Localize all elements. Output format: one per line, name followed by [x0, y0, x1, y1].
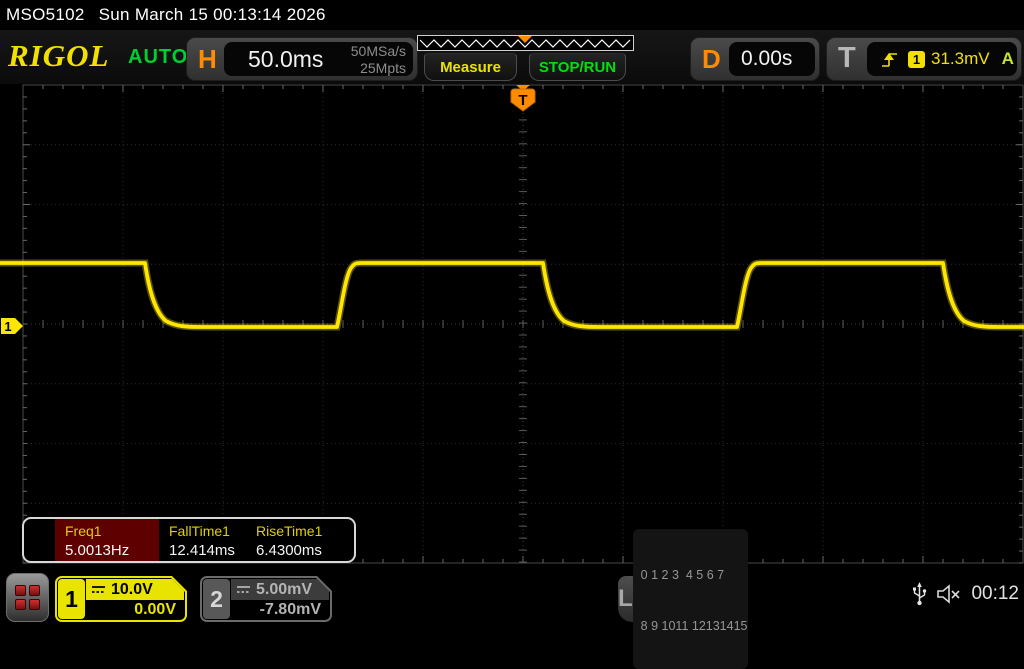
svg-text:T: T [518, 92, 527, 109]
channel2-scale: 5.00mV [256, 581, 312, 599]
top-info-bar: MSO5102 Sun March 15 00:13:14 2026 [0, 0, 1024, 30]
logic-channel-list: 0 1 2 3 4 5 6 7 8 9 1011 12131415 [633, 529, 748, 669]
measurement-spacer [24, 519, 55, 561]
acquisition-mode-indicator: AUTO [128, 46, 188, 69]
stop-run-button[interactable]: STOP/RUN [529, 53, 626, 81]
windows-icon [15, 585, 40, 610]
memory-depth: 25Mpts [351, 60, 406, 77]
bottom-bar: 1 10.0V 0.00V 2 [0, 568, 1024, 630]
trigger-position-marker[interactable]: T [511, 85, 535, 111]
trigger-inset: 1 31.3mV A [867, 42, 1017, 76]
timebase-value: 50.0ms [248, 46, 323, 73]
ch1-trace [0, 263, 1024, 327]
trigger-slope-icon [880, 50, 899, 68]
channel2-offset: -7.80mV [231, 600, 330, 620]
measurement-panel: Freq1 5.0013Hz FallTime1 12.414ms RiseTi… [22, 517, 356, 563]
channel1-offset: 0.00V [86, 600, 185, 620]
delay-block[interactable]: D 0.00s [690, 37, 820, 81]
horizontal-settings-block[interactable]: H 50.0ms 50MSa/s 25Mpts [186, 37, 418, 81]
clock: 00:12 [971, 583, 1019, 605]
measurement-label: RiseTime1 [256, 523, 346, 539]
trigger-source-badge: 1 [908, 51, 925, 68]
header-bar: RIGOL AUTO H 50.0ms 50MSa/s 25Mpts Measu… [0, 30, 1024, 84]
status-group: 00:12 [912, 582, 1019, 606]
channel1-badge[interactable]: 1 10.0V 0.00V [55, 576, 187, 622]
measurement-item-risetime1[interactable]: RiseTime1 6.4300ms [246, 519, 346, 561]
horizontal-inset: 50.0ms 50MSa/s 25Mpts [224, 42, 413, 76]
dc-coupling-icon [236, 584, 251, 595]
logic-row2: 8 9 1011 12131415 [641, 618, 748, 635]
ch1-ground-marker[interactable]: 1 [1, 318, 23, 334]
measurement-item-freq1[interactable]: Freq1 5.0013Hz [55, 519, 159, 561]
measurement-label: Freq1 [65, 523, 159, 539]
model-name: MSO5102 [6, 5, 85, 25]
measure-button[interactable]: Measure [424, 53, 517, 81]
trigger-block[interactable]: T 1 31.3mV A [826, 37, 1022, 81]
sample-rate: 50MSa/s [351, 43, 406, 60]
measurement-value: 6.4300ms [256, 542, 346, 559]
speaker-muted-icon[interactable] [936, 583, 962, 605]
delay-label: D [702, 44, 721, 75]
sample-rate-stack: 50MSa/s 25Mpts [351, 43, 406, 77]
measurement-item-falltime1[interactable]: FallTime1 12.414ms [159, 519, 246, 561]
measurement-value: 12.414ms [169, 542, 246, 559]
oscilloscope-screen: MSO5102 Sun March 15 00:13:14 2026 RIGOL… [0, 0, 1024, 630]
trigger-label: T [838, 42, 856, 75]
logic-label: L [618, 585, 633, 613]
datetime: Sun March 15 00:13:14 2026 [99, 5, 326, 25]
measurement-value: 5.0013Hz [65, 542, 159, 559]
trigger-sweep-mode: A [1002, 49, 1014, 69]
trigger-level: 31.3mV [931, 49, 990, 69]
channel2-badge[interactable]: 2 5.00mV -7.80mV [200, 576, 332, 622]
usb-icon [912, 582, 927, 606]
dc-coupling-icon [91, 584, 106, 595]
channel2-number: 2 [203, 579, 230, 619]
windows-menu-button[interactable] [6, 573, 49, 622]
rigol-logo: RIGOL [8, 38, 109, 74]
channel1-number: 1 [58, 579, 85, 619]
delay-inset: 0.00s [729, 42, 815, 76]
measurement-label: FallTime1 [169, 523, 246, 539]
logic-channels-badge[interactable]: L 0 1 2 3 4 5 6 7 8 9 1011 12131415 [618, 576, 748, 622]
logic-row1: 0 1 2 3 4 5 6 7 [641, 567, 748, 584]
delay-value: 0.00s [741, 47, 792, 71]
channel1-scale: 10.0V [111, 581, 153, 599]
waveform-overview-strip[interactable] [417, 35, 634, 51]
svg-text:1: 1 [4, 319, 11, 334]
horizontal-label: H [198, 44, 217, 75]
waveform-display-area: T1 [0, 84, 1024, 566]
